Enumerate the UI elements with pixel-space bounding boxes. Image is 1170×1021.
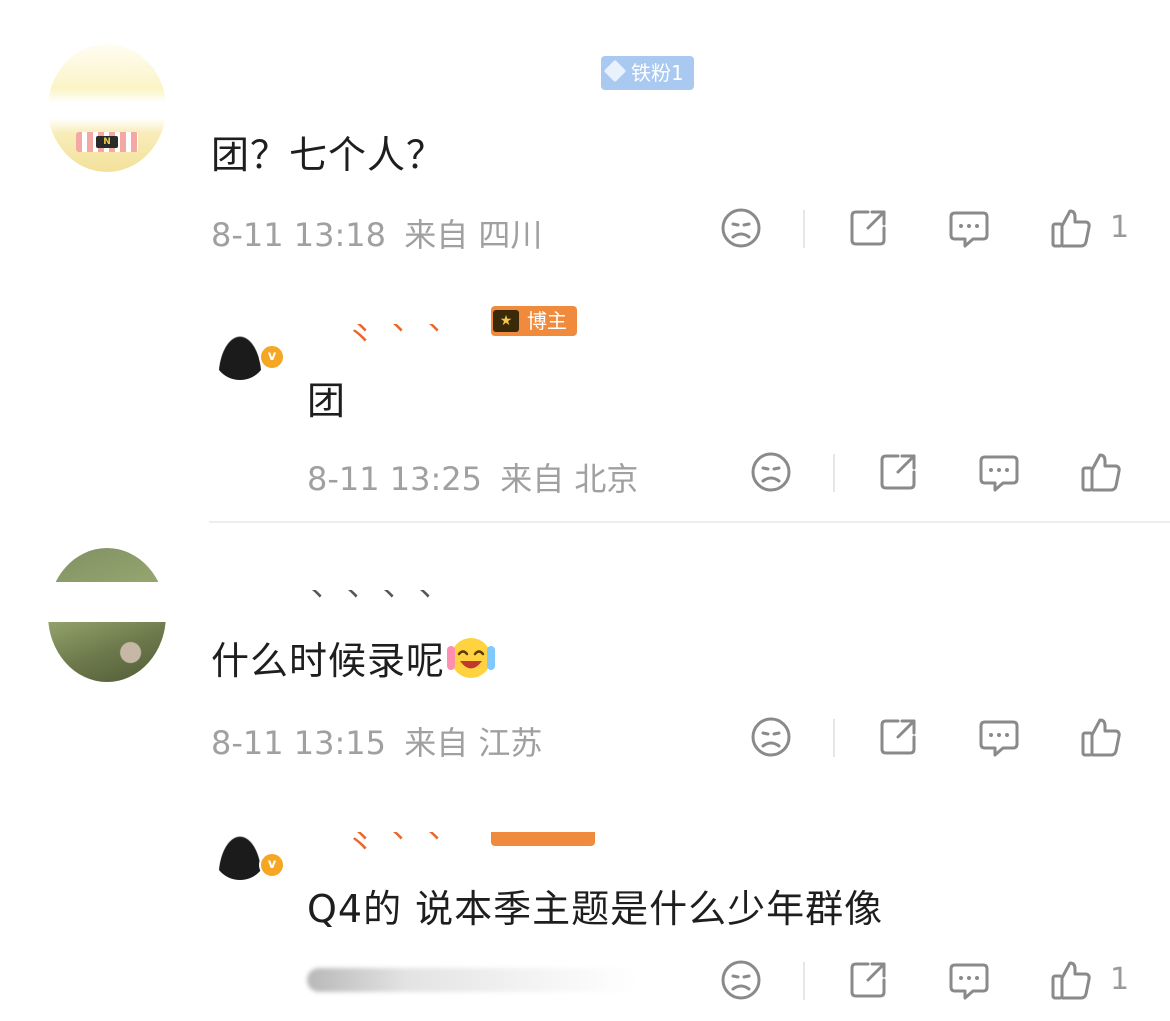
comment-time: 8-11 13:25 bbox=[307, 460, 483, 498]
star-icon: ★ bbox=[493, 310, 519, 332]
share-icon[interactable] bbox=[876, 450, 920, 494]
comment-from: 来自 bbox=[500, 460, 565, 498]
divider bbox=[833, 719, 835, 757]
verified-icon: v bbox=[259, 852, 285, 878]
username-fragment: 丶丶丶丶 bbox=[300, 590, 444, 608]
thumbs-up-icon[interactable] bbox=[1049, 958, 1093, 1002]
avatar-logo: N bbox=[96, 136, 118, 148]
username-fragment: 丶丶丶丶 bbox=[345, 832, 453, 850]
divider bbox=[833, 454, 835, 492]
user-avatar[interactable] bbox=[48, 548, 166, 682]
comment-icon[interactable] bbox=[977, 450, 1021, 494]
user-avatar[interactable] bbox=[213, 826, 267, 880]
comment-meta: 8-11 13:18 来自 四川 bbox=[211, 210, 542, 256]
user-avatar[interactable]: N bbox=[48, 44, 166, 172]
comment-text: 团？七个人？ bbox=[211, 133, 446, 177]
comment-meta: 8-11 13:15 来自 江苏 bbox=[211, 718, 542, 764]
verified-icon: v bbox=[259, 344, 285, 370]
comment-location: 北京 bbox=[574, 460, 639, 498]
share-icon[interactable] bbox=[876, 715, 920, 759]
comment-location: 江苏 bbox=[478, 724, 543, 762]
blogger-badge[interactable]: ★ 博主 bbox=[491, 306, 577, 336]
comment-icon[interactable] bbox=[947, 206, 991, 250]
thumbs-up-icon[interactable] bbox=[1049, 206, 1093, 250]
divider bbox=[803, 962, 805, 1000]
sad-face-icon[interactable] bbox=[719, 206, 763, 250]
comment-icon[interactable] bbox=[977, 715, 1021, 759]
thumbs-up-icon[interactable] bbox=[1079, 450, 1123, 494]
comment-icon[interactable] bbox=[947, 958, 991, 1002]
laughing-crying-emoji bbox=[445, 632, 497, 680]
blogger-badge-label: 博主 bbox=[527, 309, 567, 333]
username-fragment: 丶丶丶丶 bbox=[345, 324, 453, 342]
blurred-meta bbox=[307, 968, 637, 992]
comment-from: 来自 bbox=[404, 724, 469, 762]
sad-face-icon[interactable] bbox=[749, 450, 793, 494]
comment-time: 8-11 13:15 bbox=[211, 724, 387, 762]
diamond-icon bbox=[603, 59, 627, 83]
share-icon[interactable] bbox=[846, 206, 890, 250]
comment-text: 什么时候录呢 bbox=[211, 630, 497, 685]
thumbs-up-icon[interactable] bbox=[1079, 715, 1123, 759]
comment-time: 8-11 13:18 bbox=[211, 216, 387, 254]
like-count: 1 bbox=[1110, 962, 1130, 997]
sad-face-icon[interactable] bbox=[719, 958, 763, 1002]
comment-divider bbox=[209, 521, 1170, 523]
divider bbox=[803, 210, 805, 248]
comment-text: Q4的 说本季主题是什么少年群像 bbox=[307, 887, 884, 931]
blogger-badge[interactable] bbox=[491, 832, 595, 846]
comment-from: 来自 bbox=[404, 216, 469, 254]
sad-face-icon[interactable] bbox=[749, 715, 793, 759]
share-icon[interactable] bbox=[846, 958, 890, 1002]
comment-meta: 8-11 13:25 来自 北京 bbox=[307, 454, 638, 500]
fan-level-badge[interactable]: 铁粉1 bbox=[601, 56, 694, 90]
comment-location: 四川 bbox=[478, 216, 543, 254]
like-count: 1 bbox=[1110, 210, 1130, 245]
fan-badge-label: 铁粉1 bbox=[631, 61, 684, 85]
comment-text-body: 什么时候录呢 bbox=[211, 639, 446, 683]
comment-text: 团 bbox=[307, 379, 347, 423]
